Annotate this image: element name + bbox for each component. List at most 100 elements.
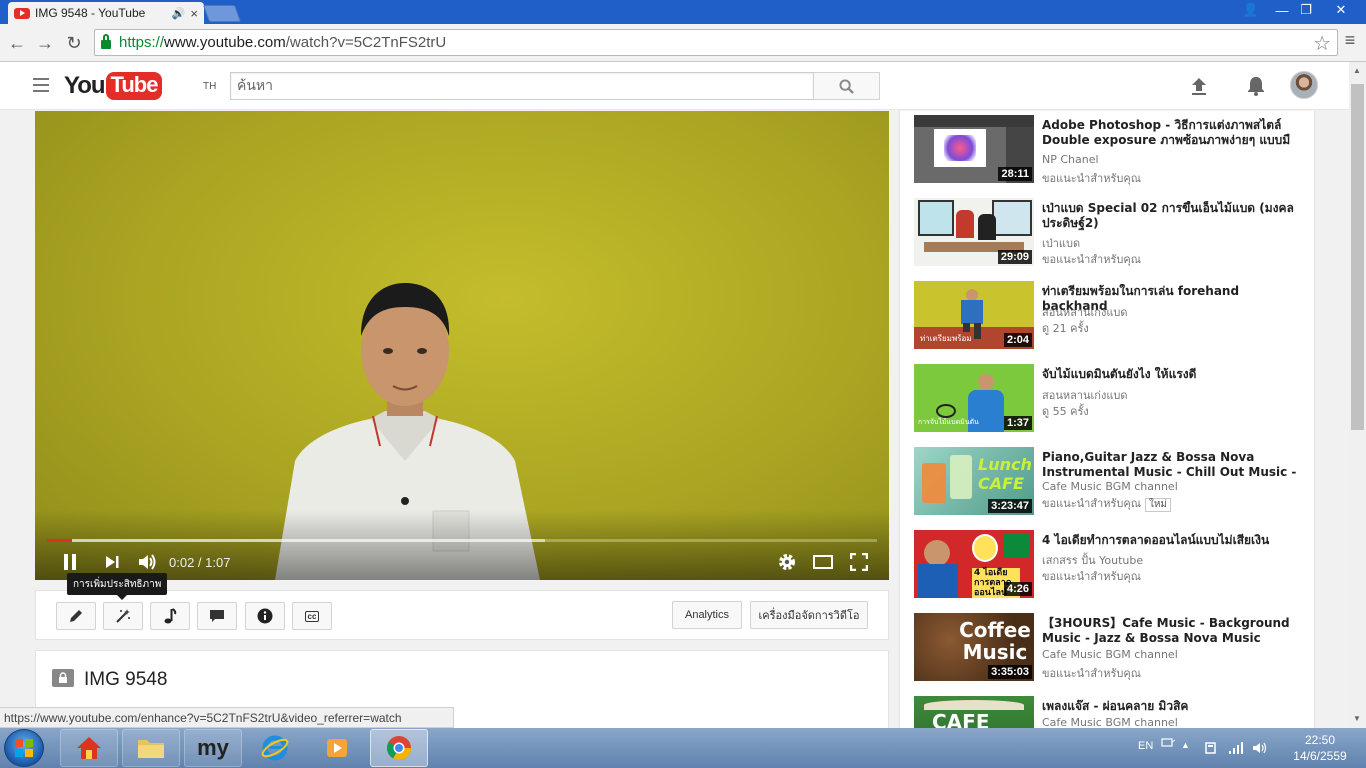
action-center-flag-icon[interactable] bbox=[1203, 741, 1219, 755]
new-tab-button[interactable] bbox=[202, 5, 242, 22]
maximize-button[interactable]: ❐ bbox=[1292, 0, 1320, 20]
recommendation-title[interactable]: 【3HOURS】Cafe Music - Background Music - … bbox=[1042, 616, 1307, 646]
address-bar[interactable]: https://www.youtube.com/watch?v=5C2TnFS2… bbox=[94, 29, 1338, 56]
recommendation-channel[interactable]: NP Chanel bbox=[1042, 153, 1302, 166]
video-thumbnail[interactable]: 4 ไอเดีย การตลาดออนไลน์ 4:26 bbox=[914, 530, 1034, 598]
recommendation-meta: ขอแนะนำสำหรับคุณ bbox=[1042, 570, 1141, 583]
video-thumbnail[interactable]: Coffee Music 3:35:03 bbox=[914, 613, 1034, 681]
scrollbar-thumb[interactable] bbox=[1351, 84, 1364, 430]
close-window-button[interactable]: ✕ bbox=[1318, 0, 1364, 20]
logo-region-code: TH bbox=[203, 81, 217, 92]
fullscreen-button[interactable] bbox=[847, 551, 871, 573]
video-thumbnail[interactable]: Lunch CAFE 3:23:47 bbox=[914, 447, 1034, 515]
next-video-button[interactable] bbox=[101, 551, 123, 573]
video-thumbnail[interactable]: 29:09 bbox=[914, 198, 1034, 266]
enhance-button[interactable] bbox=[103, 602, 143, 630]
url-host: www.youtube.com bbox=[164, 34, 286, 51]
tab-close-icon[interactable]: × bbox=[190, 6, 198, 21]
recommendation-meta: ดู 21 ครั้ง bbox=[1042, 322, 1089, 335]
thumbnail-caption: Lunch CAFE bbox=[978, 455, 1032, 493]
keyboard-icon[interactable] bbox=[1160, 736, 1176, 750]
video-manager-button[interactable]: เครื่องมือจัดการวิดีโอ bbox=[750, 601, 868, 629]
youtube-logo[interactable]: You Tube TH bbox=[64, 71, 216, 101]
pause-icon bbox=[64, 554, 76, 570]
search-button[interactable] bbox=[813, 72, 880, 100]
browser-titlebar: IMG 9548 - YouTube 🔊 × 👤 — ❐ ✕ bbox=[0, 0, 1366, 24]
show-hidden-icons-icon[interactable]: ▲ bbox=[1181, 740, 1197, 754]
subtitles-button[interactable]: cc bbox=[292, 602, 332, 630]
info-cards-button[interactable] bbox=[245, 602, 285, 630]
recommendation-item[interactable]: 29:09 เป่าแบด Special 02 การขึ้นเอ็นไม้แ… bbox=[914, 198, 1309, 270]
analytics-button[interactable]: Analytics bbox=[672, 601, 742, 629]
lock-icon[interactable] bbox=[101, 34, 111, 49]
search-input[interactable] bbox=[231, 73, 813, 99]
scroll-up-arrow-icon[interactable]: ▲ bbox=[1353, 66, 1361, 75]
status-url-bubble: https://www.youtube.com/enhance?v=5C2TnF… bbox=[0, 707, 454, 728]
video-thumbnail[interactable]: CAFE bbox=[914, 696, 1034, 728]
recommendation-item[interactable]: Lunch CAFE 3:23:47 Piano,Guitar Jazz & B… bbox=[914, 447, 1309, 519]
recommendation-title[interactable]: Adobe Photoshop - วิธีการแต่งภาพสไตล์ Do… bbox=[1042, 118, 1307, 148]
progress-bar[interactable] bbox=[47, 539, 877, 542]
recommendation-meta-text: ขอแนะนำสำหรับคุณ bbox=[1042, 497, 1141, 510]
search-box[interactable] bbox=[230, 72, 814, 100]
browser-tab-youtube[interactable]: IMG 9548 - YouTube 🔊 × bbox=[8, 2, 204, 24]
video-player[interactable]: 0:02 / 1:07 bbox=[35, 111, 889, 580]
recommendation-title[interactable]: เป่าแบด Special 02 การขึ้นเอ็นไม้แบด (มง… bbox=[1042, 201, 1307, 231]
taskbar-chrome[interactable] bbox=[370, 729, 428, 767]
recommendation-title[interactable]: จับไม้แบดมินตันยังไง ให้แรงดี bbox=[1042, 367, 1307, 382]
internet-explorer-icon bbox=[261, 735, 289, 761]
theater-mode-button[interactable] bbox=[811, 551, 835, 573]
guide-menu-icon[interactable] bbox=[33, 78, 49, 92]
recommendation-item[interactable]: 4 ไอเดีย การตลาดออนไลน์ 4:26 4 ไอเดียทำก… bbox=[914, 530, 1309, 602]
recommendation-channel[interactable]: Cafe Music BGM channel bbox=[1042, 480, 1302, 493]
taskbar-home-app[interactable] bbox=[60, 729, 118, 767]
network-signal-icon[interactable] bbox=[1228, 741, 1244, 755]
url-path: /watch?v=5C2TnFS2trU bbox=[285, 34, 447, 51]
folder-icon bbox=[138, 740, 164, 758]
recommendation-item[interactable]: Coffee Music 3:35:03 【3HOURS】Cafe Music … bbox=[914, 613, 1309, 685]
recommendation-title[interactable]: เพลงแจ๊ส - ผ่อนคลาย มิวสิค bbox=[1042, 699, 1307, 714]
edit-video-button[interactable] bbox=[56, 602, 96, 630]
recommendation-item[interactable]: ท่าเตรียมพร้อม 2:04 ท่าเตรียมพร้อมในการเ… bbox=[914, 281, 1309, 353]
start-button[interactable] bbox=[4, 729, 44, 767]
pause-button[interactable] bbox=[59, 551, 81, 573]
forward-button[interactable]: → bbox=[34, 32, 56, 54]
youtube-masthead: You Tube TH bbox=[0, 62, 1366, 110]
video-thumbnail[interactable]: 28:11 bbox=[914, 115, 1034, 183]
annotations-button[interactable] bbox=[197, 602, 237, 630]
video-duration: 28:11 bbox=[998, 167, 1032, 181]
page-scrollbar[interactable]: ▲ ▼ bbox=[1349, 62, 1366, 728]
settings-button[interactable] bbox=[775, 551, 799, 573]
taskbar-media-player[interactable] bbox=[308, 729, 366, 767]
reload-button[interactable]: ↻ bbox=[63, 32, 85, 54]
user-avatar[interactable] bbox=[1290, 71, 1318, 99]
music-note-icon bbox=[164, 608, 177, 624]
recommendation-channel[interactable]: Cafe Music BGM channel bbox=[1042, 716, 1302, 728]
recommendation-channel[interactable]: Cafe Music BGM channel bbox=[1042, 648, 1302, 661]
private-lock-icon bbox=[52, 669, 74, 687]
speaker-volume-icon[interactable] bbox=[1252, 741, 1268, 755]
browser-menu-icon[interactable]: ≡ bbox=[1340, 30, 1360, 51]
recommendation-item[interactable]: CAFE เพลงแจ๊ส - ผ่อนคลาย มิวสิค Cafe Mus… bbox=[914, 696, 1309, 728]
tab-audio-icon[interactable]: 🔊 bbox=[172, 7, 186, 20]
volume-button[interactable] bbox=[135, 551, 159, 573]
scroll-down-arrow-icon[interactable]: ▼ bbox=[1353, 714, 1361, 723]
taskbar-file-explorer[interactable] bbox=[122, 729, 180, 767]
profile-button[interactable]: 👤 bbox=[1237, 0, 1265, 20]
bookmark-star-icon[interactable]: ☆ bbox=[1313, 31, 1331, 56]
audio-button[interactable] bbox=[150, 602, 190, 630]
video-thumbnail[interactable]: ท่าเตรียมพร้อม 2:04 bbox=[914, 281, 1034, 349]
taskbar-internet-explorer[interactable] bbox=[246, 729, 304, 767]
system-clock[interactable]: 22:50 14/6/2559 bbox=[1280, 732, 1360, 764]
url-text[interactable]: https://www.youtube.com/watch?v=5C2TnFS2… bbox=[119, 34, 446, 51]
back-button[interactable]: ← bbox=[6, 32, 28, 54]
input-language[interactable]: EN bbox=[1138, 740, 1153, 752]
taskbar-my-app[interactable]: my bbox=[184, 729, 242, 767]
video-thumbnail[interactable]: การจับไม้แบดมินตัน 1:37 bbox=[914, 364, 1034, 432]
bell-icon[interactable] bbox=[1245, 75, 1267, 97]
recommendation-item[interactable]: การจับไม้แบดมินตัน 1:37 จับไม้แบดมินตันย… bbox=[914, 364, 1309, 436]
upload-icon[interactable] bbox=[1188, 75, 1210, 97]
recommendation-title[interactable]: Piano,Guitar Jazz & Bossa Nova Instrumen… bbox=[1042, 450, 1307, 480]
recommendation-title[interactable]: 4 ไอเดียทำการตลาดออนไลน์แบบไม่เสียเงิน bbox=[1042, 533, 1307, 548]
recommendation-item[interactable]: 28:11 Adobe Photoshop - วิธีการแต่งภาพสไ… bbox=[914, 115, 1309, 187]
